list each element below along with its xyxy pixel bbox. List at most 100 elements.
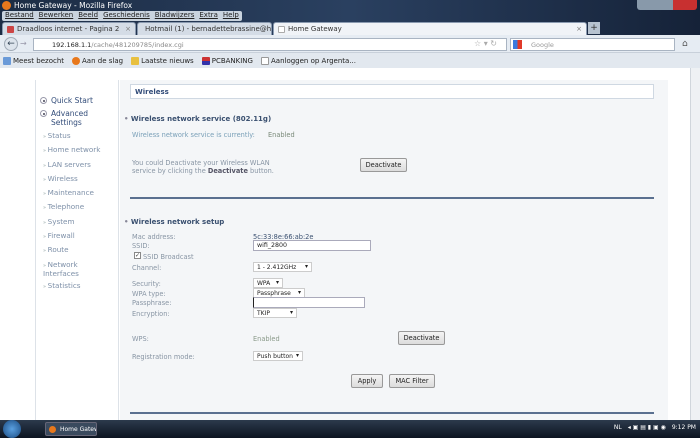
sidebar-item-wireless[interactable]: Wireless [43, 174, 118, 188]
bookmark-label: PCBANKING [211, 56, 253, 65]
service-status-value: Enabled [268, 131, 295, 139]
section-title-setup: Wireless network setup [124, 218, 224, 226]
window-controls[interactable] [637, 0, 697, 10]
sidebar-item-system[interactable]: System [43, 217, 118, 231]
page-title: Wireless [130, 84, 654, 99]
page-icon [278, 25, 285, 33]
back-button[interactable]: ← [4, 37, 18, 51]
hint-text: button. [247, 167, 274, 175]
bookmark-pcbanking[interactable]: PCBANKING [201, 56, 253, 65]
tab-home-gateway[interactable]: Home Gateway × [273, 22, 587, 35]
start-button[interactable] [3, 420, 21, 438]
tab-hotmail[interactable]: Hotmail (1) - bernadettebrassine@ho...× [137, 22, 272, 35]
close-icon[interactable]: × [125, 25, 131, 33]
sidebar-item-status[interactable]: Status [43, 131, 118, 145]
tab-label: Draadloos internet - Pagina 2 [17, 25, 120, 33]
tab-draadloos[interactable]: Draadloos internet - Pagina 2 × [2, 22, 136, 35]
scrollbar[interactable] [690, 68, 700, 420]
url-path: /cache/481209785/index.cgi [91, 41, 184, 49]
ssid-label: SSID: [132, 242, 150, 250]
menu-bestand[interactable]: Bestand [5, 11, 34, 21]
sidebar-item-lan-servers[interactable]: LAN servers [43, 160, 118, 174]
bookmark-laatste-nieuws[interactable]: Laatste nieuws [131, 56, 194, 65]
tab-label: Home Gateway [288, 25, 342, 33]
security-select[interactable]: WPA [253, 278, 283, 288]
ssid-broadcast-checkbox[interactable]: ✓ [134, 252, 141, 259]
sidebar-item-statistics[interactable]: Statistics [43, 281, 118, 295]
menu-geschiedenis[interactable]: Geschiedenis [103, 11, 150, 21]
search-placeholder: Google [531, 41, 554, 49]
radio-icon [40, 97, 47, 104]
menu-bladwijzers[interactable]: Bladwijzers [155, 11, 195, 21]
google-icon[interactable] [513, 40, 522, 49]
clock[interactable]: 9:12 PM [672, 424, 696, 431]
tab-label: Hotmail (1) - bernadettebrassine@ho... [145, 25, 272, 33]
menu-help[interactable]: Help [223, 11, 239, 21]
sidebar-item-telephone[interactable]: Telephone [43, 202, 118, 216]
forward-button[interactable]: → [20, 39, 27, 48]
home-icon[interactable]: ⌂ [682, 39, 688, 49]
sidebar-item-route[interactable]: Route [43, 245, 118, 259]
sidebar-item-home-network[interactable]: Home network [43, 145, 118, 159]
taskbar-firefox-button[interactable]: Home Gateway - M... [45, 422, 97, 436]
registration-mode-label: Registration mode: [132, 353, 195, 361]
rss-icon [131, 56, 140, 65]
service-status-label: Wireless network service is currently: [132, 131, 255, 139]
deactivate-wireless-button[interactable]: Deactivate [360, 158, 407, 172]
security-label: Security: [132, 280, 161, 288]
taskbar [0, 420, 700, 438]
bookmark-icon [3, 56, 11, 65]
encryption-select[interactable]: TKIP [253, 308, 297, 318]
wpa-type-label: WPA type: [132, 290, 166, 298]
divider [130, 412, 654, 414]
sidebar-label: Quick Start [51, 96, 93, 105]
registration-mode-select[interactable]: Push button [253, 351, 303, 361]
close-icon[interactable]: × [576, 25, 582, 33]
bank-icon [201, 56, 210, 65]
sidebar-item-maintenance[interactable]: Maintenance [43, 188, 118, 202]
new-tab-button[interactable]: + [588, 22, 600, 34]
sidebar-item-firewall[interactable]: Firewall [43, 231, 118, 245]
bookmark-argenta[interactable]: Aanloggen op Argenta... [260, 56, 356, 65]
page-icon [260, 56, 269, 65]
bookmark-label: Aan de slag [82, 56, 124, 65]
firefox-icon [72, 56, 81, 65]
sidebar-advanced-settings[interactable]: Advanced Settings [40, 109, 110, 127]
sidebar-quick-start[interactable]: Quick Start [40, 96, 118, 105]
ssid-input[interactable]: wifi_2800 [253, 240, 371, 251]
apply-button[interactable]: Apply [351, 374, 383, 388]
bookmark-star-icon[interactable]: ☆ ▾ ↻ [474, 39, 497, 48]
wps-label: WPS: [132, 335, 149, 343]
mac-label: Mac address: [132, 233, 176, 241]
hint-text: service by clicking the [132, 167, 208, 175]
firefox-icon [2, 1, 11, 10]
search-input[interactable]: Google [510, 38, 675, 51]
window-title: Home Gateway - Mozilla Firefox [14, 1, 133, 10]
passphrase-input[interactable] [253, 297, 365, 308]
menu-bewerken[interactable]: Bewerken [39, 11, 74, 21]
bookmark-aan-de-slag[interactable]: Aan de slag [72, 56, 124, 65]
bookmark-meest-bezocht[interactable]: Meest bezocht [3, 56, 65, 65]
passphrase-label: Passphrase: [132, 299, 172, 307]
url-host: 192.168.1.1 [52, 41, 92, 49]
wps-value: Enabled [253, 335, 280, 343]
hint-bold: Deactivate [207, 167, 248, 175]
channel-select[interactable]: 1 - 2.412GHz [253, 262, 312, 272]
system-tray: NL ◂ ▣ ▤ ▮ ▣ ◉ 9:12 PM [614, 424, 696, 431]
tray-icons[interactable]: ◂ ▣ ▤ ▮ ▣ ◉ [628, 424, 666, 431]
menu-extra[interactable]: Extra [199, 11, 217, 21]
mac-filter-button[interactable]: MAC Filter [389, 374, 435, 388]
sidebar-item-network-interfaces[interactable]: Network Interfaces [43, 260, 103, 281]
url-bar[interactable]: 192.168.1.1/cache/481209785/index.cgi [33, 38, 507, 51]
language-indicator[interactable]: NL [614, 424, 622, 431]
bookmark-label: Meest bezocht [13, 56, 65, 65]
page-icon [7, 25, 14, 33]
bookmark-label: Aanloggen op Argenta... [270, 56, 356, 65]
bookmark-label: Laatste nieuws [141, 56, 194, 65]
radio-icon [40, 110, 47, 117]
sidebar-label: Advanced Settings [51, 109, 89, 127]
deactivate-wps-button[interactable]: Deactivate [398, 331, 445, 345]
service-hint-line1: You could Deactivate your Wireless WLAN [132, 159, 270, 167]
menu-beeld[interactable]: Beeld [78, 11, 98, 21]
channel-label: Channel: [132, 264, 162, 272]
